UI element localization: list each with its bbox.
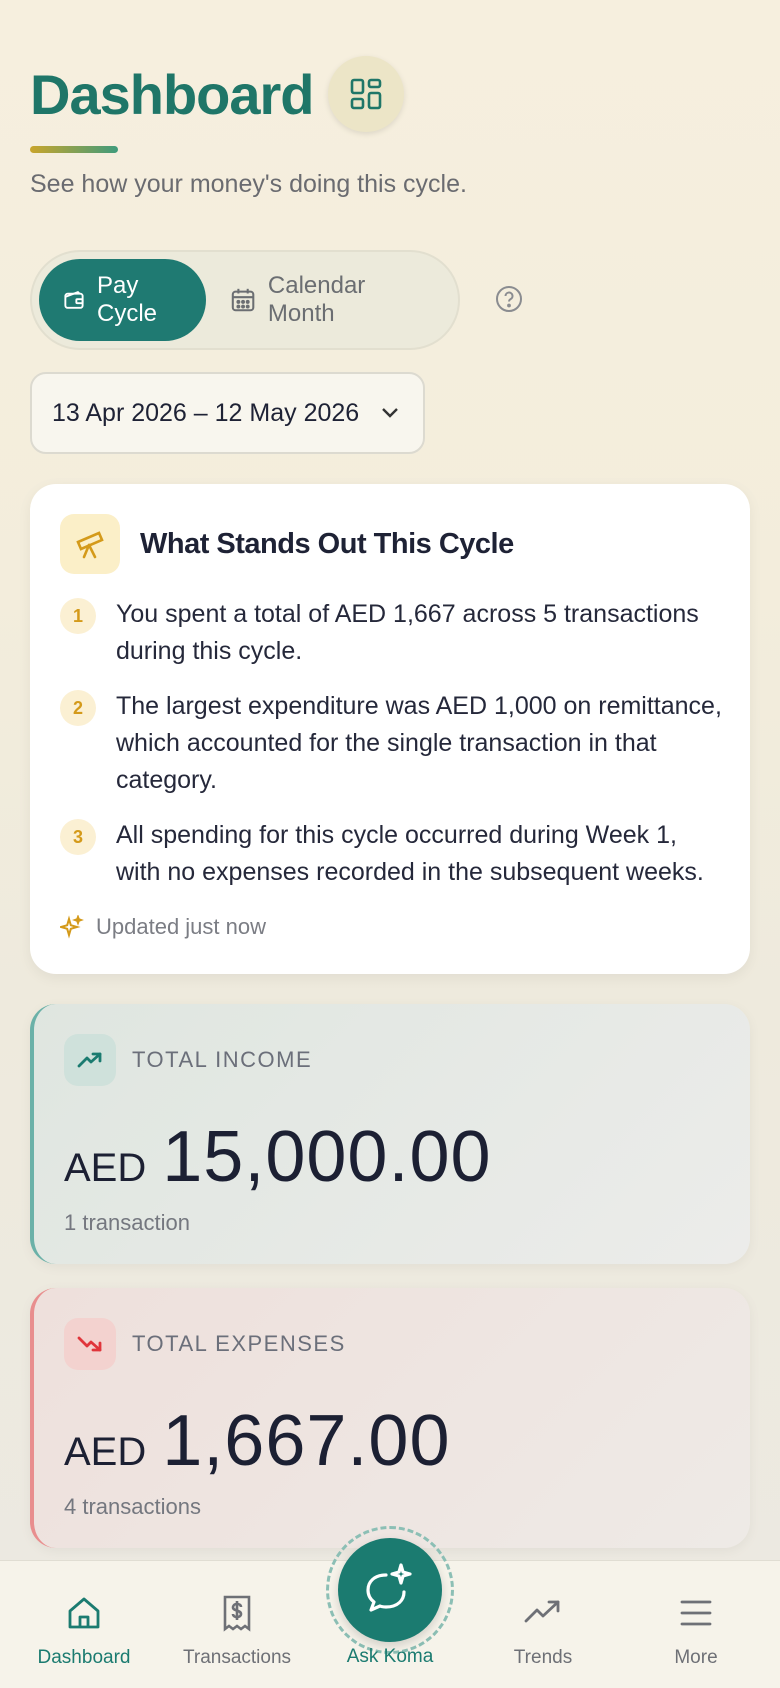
insights-title: What Stands Out This Cycle <box>140 527 514 560</box>
title-underline <box>30 146 118 153</box>
insights-card: What Stands Out This Cycle 1 You spent a… <box>30 484 750 974</box>
page-title: Dashboard <box>30 62 314 126</box>
help-icon[interactable] <box>494 284 524 314</box>
list-item: 2 The largest expenditure was AED 1,000 … <box>60 688 725 799</box>
income-label: TOTAL INCOME <box>132 1047 313 1072</box>
income-header: TOTAL INCOME <box>64 1034 312 1086</box>
updated-status: Updated just now <box>60 914 266 940</box>
expenses-value: 1,667.00 <box>162 1401 451 1481</box>
insight-number: 3 <box>60 819 96 855</box>
list-item: 3 All spending for this cycle occurred d… <box>60 817 725 891</box>
expenses-amount: AED 1,667.00 <box>64 1400 451 1482</box>
income-transaction-count: 1 transaction <box>64 1210 190 1235</box>
insights-header: What Stands Out This Cycle <box>60 514 514 574</box>
insight-text: The largest expenditure was AED 1,000 on… <box>116 692 722 794</box>
date-range-value: 13 Apr 2026 – 12 May 2026 <box>52 398 360 427</box>
grid-icon <box>350 78 381 110</box>
wallet-icon <box>64 291 84 309</box>
nav-trends-label: Trends <box>513 1647 573 1668</box>
total-expenses-card[interactable]: TOTAL EXPENSES AED 1,667.00 4 transactio… <box>30 1288 750 1548</box>
total-income-card[interactable]: TOTAL INCOME AED 15,000.00 1 transaction <box>30 1004 750 1264</box>
nav-trends[interactable]: Trends <box>473 1591 613 1669</box>
expenses-header: TOTAL EXPENSES <box>64 1318 346 1370</box>
income-value: 15,000.00 <box>162 1117 492 1197</box>
layout-toggle-button[interactable] <box>327 56 404 132</box>
updated-text: Updated just now <box>96 914 266 939</box>
ask-koma-ring <box>326 1526 454 1654</box>
receipt-icon <box>223 1595 251 1632</box>
ask-koma-button[interactable] <box>338 1538 442 1642</box>
income-amount: AED 15,000.00 <box>64 1116 492 1198</box>
expenses-transaction-count: 4 transactions <box>64 1494 201 1519</box>
ask-koma-label: Ask Koma <box>346 1646 434 1667</box>
list-item: 1 You spent a total of AED 1,667 across … <box>60 596 725 670</box>
insight-number: 2 <box>60 690 96 726</box>
nav-transactions[interactable]: Transactions <box>167 1591 307 1669</box>
calendar-icon <box>231 288 255 312</box>
menu-icon <box>680 1600 712 1626</box>
chat-sparkle-icon <box>366 1563 412 1612</box>
nav-dashboard[interactable]: Dashboard <box>14 1591 154 1669</box>
tab-pay-cycle-label: Pay Cycle <box>96 272 157 327</box>
telescope-icon <box>60 514 120 574</box>
date-range-select[interactable]: 13 Apr 2026 – 12 May 2026 <box>30 372 425 454</box>
home-icon <box>68 1597 100 1629</box>
tab-calendar-month[interactable]: Calendar Month <box>206 259 451 341</box>
nav-more[interactable]: More <box>626 1591 766 1669</box>
nav-more-label: More <box>674 1647 718 1668</box>
insight-text: All spending for this cycle occurred dur… <box>116 821 704 886</box>
tab-calendar-month-label: Calendar Month <box>267 272 366 327</box>
insights-list: 1 You spent a total of AED 1,667 across … <box>60 596 725 909</box>
nav-dashboard-label: Dashboard <box>37 1647 131 1668</box>
tab-pay-cycle[interactable]: Pay Cycle <box>39 259 206 341</box>
period-toggle: Pay Cycle Calendar Month <box>30 250 460 350</box>
insight-text: You spent a total of AED 1,667 across 5 … <box>116 600 699 665</box>
nav-transactions-label: Transactions <box>182 1647 292 1668</box>
page-subtitle: See how your money's doing this cycle. <box>30 170 467 198</box>
sparkle-icon <box>60 915 84 939</box>
income-currency: AED <box>64 1146 147 1190</box>
expenses-label: TOTAL EXPENSES <box>132 1331 346 1356</box>
chevron-down-icon <box>382 408 398 418</box>
page-header: Dashboard <box>30 56 404 132</box>
trending-down-icon <box>64 1318 116 1370</box>
expenses-currency: AED <box>64 1430 147 1474</box>
trend-icon <box>524 1600 560 1623</box>
insight-number: 1 <box>60 598 96 634</box>
trending-up-icon <box>64 1034 116 1086</box>
